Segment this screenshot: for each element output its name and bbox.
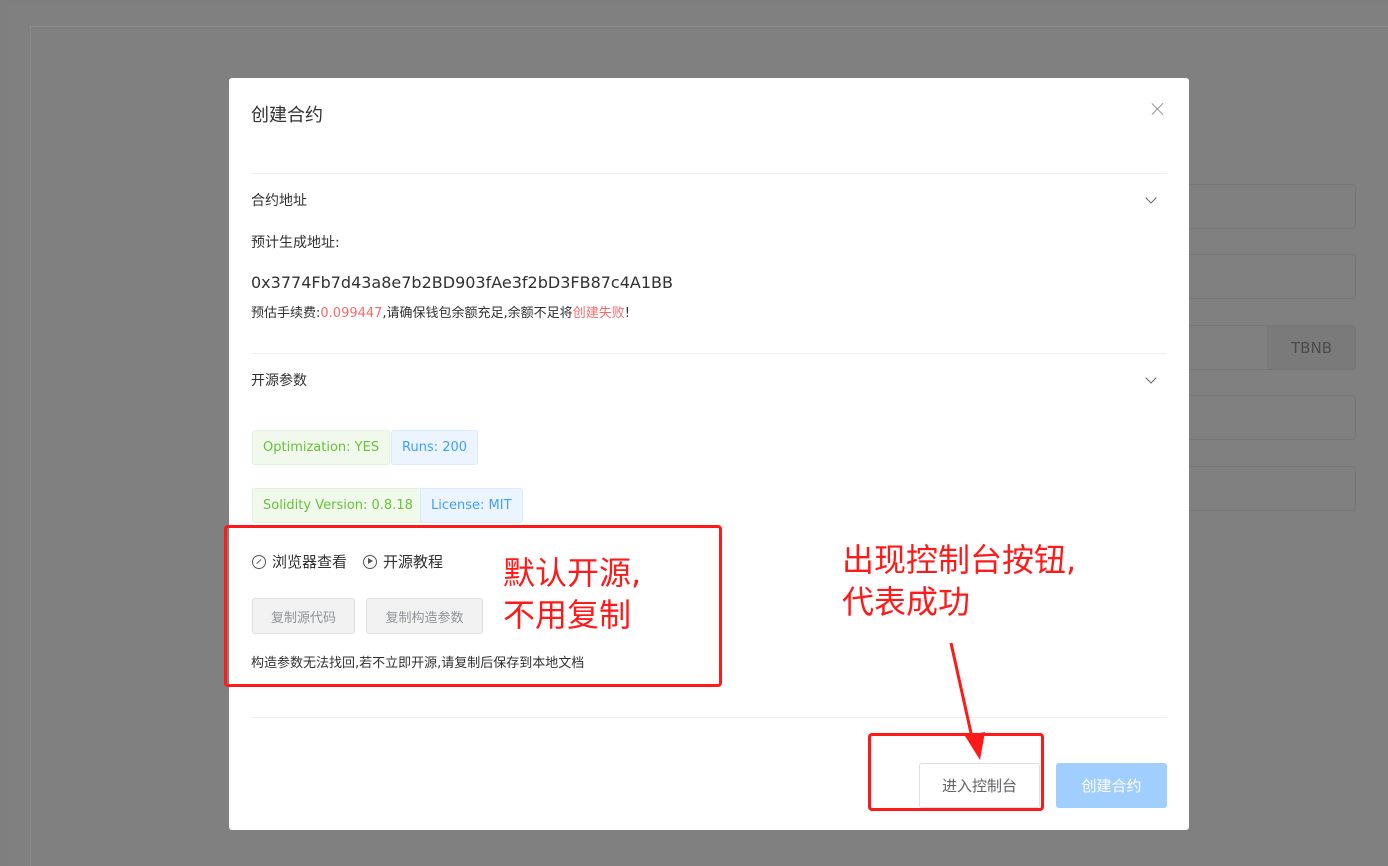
fee-label: 预估手续费: <box>251 306 321 321</box>
section-header-opensource-params[interactable]: 开源参数 <box>251 370 307 390</box>
close-icon[interactable] <box>1149 100 1167 118</box>
background-input <box>1188 184 1356 229</box>
divider <box>251 173 1167 174</box>
annotation-box-console <box>868 733 1044 811</box>
annotation-line: 不用复制 <box>503 596 632 634</box>
fee-suffix: ! <box>624 306 630 321</box>
chevron-down-icon[interactable] <box>1145 374 1157 386</box>
create-contract-button[interactable]: 创建合约 <box>1056 763 1167 808</box>
runs-tag: Runs: 200 <box>391 430 479 465</box>
solidity-version-tag: Solidity Version: 0.8.18 <box>252 488 424 523</box>
annotation-line: 代表成功 <box>842 583 971 621</box>
annotation-note-default-opensource: 默认开源, 不用复制 <box>503 552 641 636</box>
annotation-line: 出现控制台按钮, <box>842 541 1077 579</box>
section-header-contract-address[interactable]: 合约地址 <box>251 190 307 210</box>
license-tag: License: MIT <box>420 488 523 523</box>
background-unit-addon: TBNB <box>1267 325 1356 370</box>
annotation-line: 默认开源, <box>503 554 642 592</box>
annotation-note-console-success: 出现控制台按钮, 代表成功 <box>842 539 1076 623</box>
background-input <box>1188 395 1356 440</box>
fee-value: 0.099447 <box>320 306 383 321</box>
optimization-tag: Optimization: YES <box>252 430 391 465</box>
divider <box>251 353 1167 354</box>
create-contract-dialog: 创建合约 合约地址 预计生成地址: 0x3774Fb7d43a8e7b2BD90… <box>229 78 1189 830</box>
fee-notice: 预估手续费:0.099447,请确保钱包余额充足,余额不足将创建失败! <box>251 302 630 321</box>
fee-warning: ,请确保钱包余额充足,余额不足将 <box>382 306 573 321</box>
predicted-address-label: 预计生成地址: <box>251 235 340 251</box>
background-input <box>1188 254 1356 299</box>
chevron-down-icon[interactable] <box>1145 194 1157 206</box>
contract-address: 0x3774Fb7d43a8e7b2BD903fAe3f2bD3FB87c4A1… <box>251 273 673 292</box>
arrow-shaft <box>949 642 975 743</box>
dialog-title: 创建合约 <box>251 105 323 126</box>
divider <box>251 717 1167 718</box>
fee-fail-text: 创建失败 <box>572 306 625 321</box>
background-input <box>1188 466 1356 511</box>
annotation-box-opensource <box>224 525 722 687</box>
